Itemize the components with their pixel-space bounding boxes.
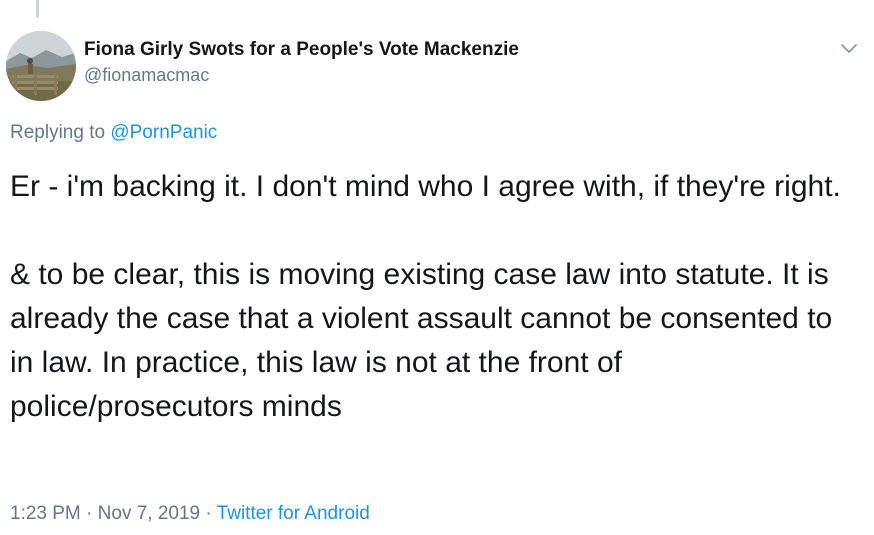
replying-to-mention-link[interactable]: @PornPanic <box>110 122 217 143</box>
author-block: Fiona Girly Swots for a People's Vote Ma… <box>84 38 519 87</box>
meta-separator: · <box>80 503 98 524</box>
tweet-source-link[interactable]: Twitter for Android <box>217 503 370 524</box>
author-handle[interactable]: @fionamacmac <box>84 63 519 87</box>
tweet-date[interactable]: Nov 7, 2019 <box>98 503 200 524</box>
avatar-image <box>6 31 76 101</box>
tweet-paragraph: & to be clear, this is moving existing c… <box>10 258 833 423</box>
tweet-metadata: 1:23 PM · Nov 7, 2019 · Twitter for Andr… <box>10 502 370 526</box>
tweet-text: Er - i'm backing it. I don't mind who I … <box>10 165 860 429</box>
replying-to: Replying to @PornPanic <box>10 121 217 145</box>
author-display-name[interactable]: Fiona Girly Swots for a People's Vote Ma… <box>84 38 519 62</box>
chevron-down-icon <box>841 44 857 53</box>
tweet-time[interactable]: 1:23 PM <box>10 503 81 524</box>
avatar[interactable] <box>6 31 76 101</box>
meta-separator: · <box>200 503 217 524</box>
tweet-paragraph: Er - i'm backing it. I don't mind who I … <box>10 170 841 203</box>
thread-connector-line <box>36 0 39 18</box>
tweet-menu-button[interactable] <box>838 38 860 58</box>
replying-to-label: Replying to <box>10 122 111 143</box>
